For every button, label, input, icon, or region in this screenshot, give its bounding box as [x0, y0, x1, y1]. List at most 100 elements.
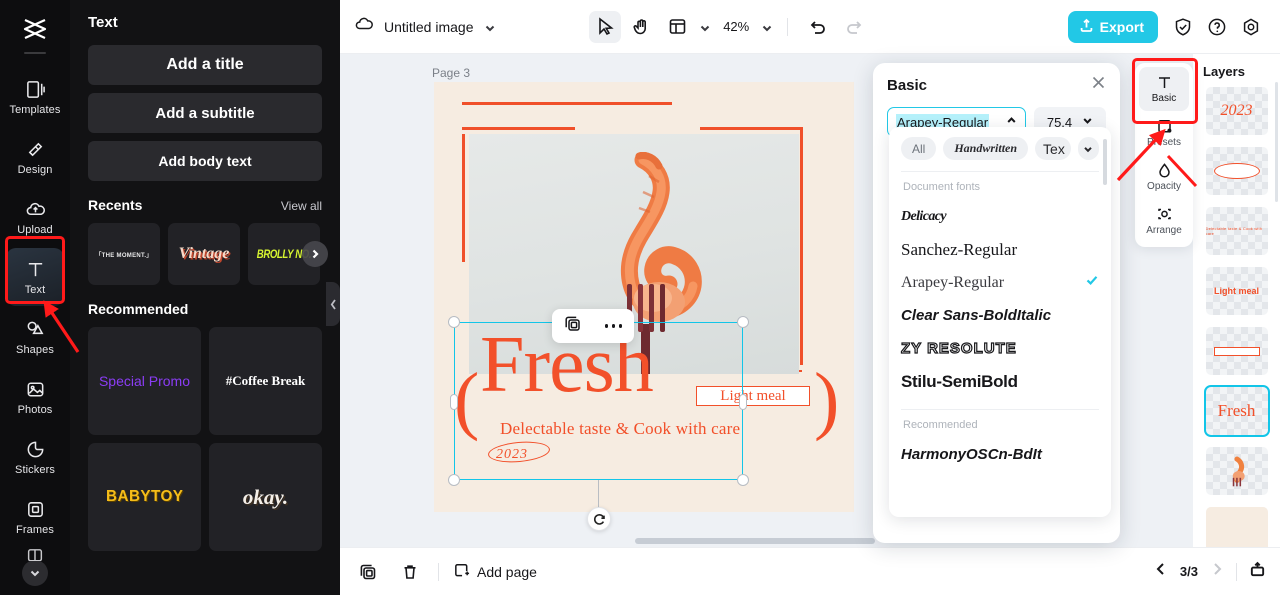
font-option-arapey-regular[interactable]: Arapey-Regular [901, 266, 1099, 299]
recommended-card[interactable]: Special Promo [88, 327, 201, 435]
font-group-label-recommended: Recommended [903, 419, 978, 431]
sidebar-item-text[interactable]: Text [6, 248, 64, 306]
capcut-logo-icon[interactable] [15, 8, 55, 50]
layer-item-oval[interactable] [1205, 147, 1268, 195]
hand-tool-button[interactable] [625, 11, 657, 43]
opacity-drop-icon [1158, 163, 1170, 178]
duplicate-icon[interactable] [564, 315, 581, 337]
layer-item-background[interactable] [1205, 507, 1268, 547]
font-option-clear-sans-bolditalic[interactable]: Clear Sans-BoldItalic [901, 299, 1099, 332]
add-subtitle-button[interactable]: Add a subtitle [88, 93, 322, 133]
font-option-sanchez-regular[interactable]: Sanchez-Regular [901, 233, 1099, 266]
tab-presets[interactable]: Presets [1139, 111, 1189, 155]
sidebar-item-stickers[interactable]: Stickers [6, 428, 64, 486]
resize-handle-tr[interactable] [737, 316, 749, 328]
recent-text-card[interactable]: Vintage [168, 223, 240, 285]
tab-label: Arrange [1146, 225, 1182, 236]
tab-basic[interactable]: Basic [1139, 67, 1189, 111]
sidebar-item-upload[interactable]: Upload [6, 188, 64, 246]
rail-items: Templates Design Upload Text Shapes Phot… [0, 68, 70, 586]
text-panel: Text Add a title Add a subtitle Add body… [70, 0, 340, 595]
recents-next-button[interactable] [302, 241, 328, 267]
frames-icon [24, 498, 46, 520]
font-option-zy-resolute[interactable]: ZY RESOLUTE [900, 332, 1099, 365]
add-title-button[interactable]: Add a title [88, 45, 322, 85]
export-button-label: Export [1099, 18, 1144, 35]
font-option-label: ZY RESOLUTE [900, 339, 1017, 357]
selection-bounding-box[interactable] [448, 316, 749, 486]
logo-divider [24, 52, 46, 54]
add-body-text-button[interactable]: Add body text [88, 141, 322, 181]
undo-button[interactable] [802, 11, 834, 43]
filter-chip-handwritten[interactable]: Handwritten [943, 137, 1029, 160]
tab-opacity[interactable]: Opacity [1139, 155, 1189, 199]
recent-text-card[interactable]: 「THE MOMENT.」 [88, 223, 160, 285]
font-option-harmonyoscn-bdit[interactable]: HarmonyOSCn-BdIt [901, 438, 1099, 471]
zoom-chevron-down-icon[interactable] [761, 21, 773, 33]
layer-item-subtitle[interactable]: Delectable taste & Cook with care [1205, 207, 1268, 255]
rotate-handle-button[interactable] [587, 507, 611, 531]
chevron-down-icon[interactable] [484, 21, 496, 33]
chips-divider [901, 171, 1099, 172]
recommended-card[interactable]: #Coffee Break [209, 327, 322, 435]
canvas-horizontal-scrollbar[interactable] [635, 538, 875, 544]
layer-item-2023[interactable]: 2023 [1205, 87, 1268, 135]
sidebar-item-photos[interactable]: Photos [6, 368, 64, 426]
cloud-sync-icon[interactable] [354, 14, 374, 39]
panel-collapse-handle[interactable] [326, 282, 340, 326]
font-list-dropdown[interactable]: All Handwritten Tex Document fonts Delic… [889, 127, 1111, 517]
font-list-scrollbar[interactable] [1103, 139, 1107, 185]
layout-tool-button[interactable] [661, 11, 693, 43]
select-tool-button[interactable] [589, 10, 622, 43]
layer-item-rectangle[interactable] [1205, 327, 1268, 375]
layout-chevron-down-icon[interactable] [699, 21, 711, 33]
sidebar-item-label: Upload [17, 224, 53, 236]
recents-view-all-link[interactable]: View all [281, 199, 322, 213]
sidebar-item-frames[interactable]: Frames [6, 488, 64, 546]
filter-more-chevron-down-icon[interactable] [1077, 137, 1099, 160]
deco-line-right [700, 127, 802, 130]
deco-line-right-vert [800, 127, 803, 365]
recommended-card[interactable]: okay. [209, 443, 322, 551]
background-thumb-icon [1205, 507, 1268, 547]
close-icon[interactable] [1091, 75, 1106, 95]
resize-handle-right[interactable] [739, 394, 747, 410]
shield-check-icon[interactable] [1168, 12, 1198, 42]
resize-handle-left[interactable] [450, 394, 458, 410]
delete-page-button[interactable] [396, 558, 424, 586]
rail-expand-more-button[interactable] [22, 560, 48, 586]
sidebar-item-shapes[interactable]: Shapes [6, 308, 64, 366]
more-options-icon[interactable] [604, 324, 623, 328]
next-page-button[interactable] [1210, 562, 1224, 581]
filter-chip-all[interactable]: All [901, 137, 937, 160]
document-title[interactable]: Untitled image [384, 19, 474, 35]
export-button[interactable]: Export [1067, 10, 1158, 43]
help-question-icon[interactable] [1202, 12, 1232, 42]
layer-item-fresh[interactable]: Fresh [1203, 385, 1270, 437]
zoom-level[interactable]: 42% [723, 19, 749, 34]
toolbar-divider [787, 17, 789, 36]
resize-handle-tl[interactable] [448, 316, 460, 328]
duplicate-page-button[interactable] [354, 558, 382, 586]
font-option-delicacy[interactable]: Delicacy [901, 200, 1099, 233]
prev-page-button[interactable] [1154, 562, 1168, 581]
recents-header: Recents View all [88, 197, 322, 213]
recommended-card[interactable]: BABYTOY [88, 443, 201, 551]
recents-heading: Recents [88, 197, 143, 213]
sidebar-item-design[interactable]: Design [6, 128, 64, 186]
font-option-stilu-semibold[interactable]: Stilu-SemiBold [901, 365, 1099, 398]
filter-chip-text[interactable]: Tex [1035, 137, 1071, 160]
tab-arrange[interactable]: Arrange [1139, 199, 1189, 243]
sidebar-item-templates[interactable]: Templates [6, 68, 64, 126]
text-t-icon [24, 258, 46, 280]
font-filter-chips: All Handwritten Tex [901, 137, 1099, 160]
settings-gear-icon[interactable] [1236, 12, 1266, 42]
layer-item-light-meal[interactable]: Light meal [1205, 267, 1268, 315]
redo-button[interactable] [838, 11, 870, 43]
add-page-button[interactable]: Add page [453, 562, 537, 582]
layers-scrollbar[interactable] [1275, 82, 1278, 202]
layer-item-shrimp-image[interactable] [1205, 447, 1268, 495]
present-icon[interactable] [1249, 561, 1266, 583]
resize-handle-br[interactable] [737, 474, 749, 486]
resize-handle-bl[interactable] [448, 474, 460, 486]
